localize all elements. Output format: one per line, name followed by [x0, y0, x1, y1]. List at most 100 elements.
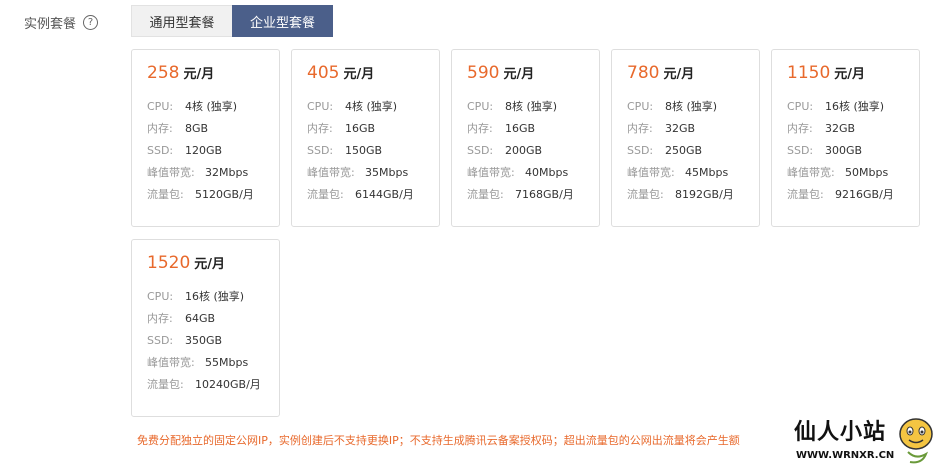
- spec-ssd: SSD: 150GB: [307, 139, 439, 161]
- plan-type-tabs: 通用型套餐 企业型套餐: [131, 5, 333, 37]
- spec-key: CPU:: [147, 289, 174, 303]
- spec-memory: 内存: 16GB: [307, 117, 439, 139]
- spec-bandwidth: 峰值带宽: 32Mbps: [147, 161, 279, 183]
- spec-value: 8GB: [185, 121, 209, 135]
- spec-ssd: SSD: 250GB: [627, 139, 759, 161]
- spec-key: SSD:: [147, 143, 174, 157]
- spec-key: SSD:: [627, 143, 654, 157]
- spec-value: 5120GB/月: [195, 188, 254, 201]
- spec-value: 32Mbps: [205, 165, 249, 179]
- spec-traffic: 流量包: 5120GB/月: [147, 183, 279, 205]
- spec-memory: 内存: 32GB: [787, 117, 919, 139]
- spec-value: 4核 (独享): [185, 100, 238, 113]
- spec-cpu: CPU: 4核 (独享): [147, 95, 279, 117]
- help-icon[interactable]: ?: [83, 15, 99, 30]
- spec-key: 内存:: [307, 122, 333, 135]
- mascot-icon: [899, 418, 933, 464]
- plan-card[interactable]: 258 元/月 CPU: 4核 (独享) 内存: 8GB SSD: 120GB 峰值带…: [131, 49, 280, 227]
- watermark-title: 仙人小站: [794, 420, 887, 445]
- spec-key: 流量包:: [627, 188, 664, 201]
- instance-plan-label-text: 实例套餐: [24, 17, 77, 32]
- price-unit: 元/月: [834, 67, 866, 82]
- spec-key: 流量包:: [147, 188, 184, 201]
- spec-value: 10240GB/月: [195, 378, 261, 391]
- spec-ssd: SSD: 300GB: [787, 139, 919, 161]
- spec-ssd: SSD: 200GB: [467, 139, 599, 161]
- spec-key: 峰值带宽:: [147, 166, 195, 179]
- spec-value: 35Mbps: [365, 165, 409, 179]
- spec-key: 内存:: [147, 122, 173, 135]
- spec-value: 50Mbps: [845, 165, 889, 179]
- plan-price: 590 元/月: [467, 63, 599, 83]
- spec-value: 16核 (独享): [825, 100, 885, 113]
- spec-value: 55Mbps: [205, 355, 249, 369]
- spec-value: 6144GB/月: [355, 188, 414, 201]
- price-amount: 780: [627, 63, 660, 83]
- watermark-url: WWW.WRNXR.CN: [796, 450, 895, 461]
- spec-value: 250GB: [665, 143, 703, 157]
- spec-value: 120GB: [185, 143, 223, 157]
- price-amount: 405: [307, 63, 340, 83]
- spec-bandwidth: 峰值带宽: 40Mbps: [467, 161, 599, 183]
- spec-key: 峰值带宽:: [307, 166, 355, 179]
- price-unit: 元/月: [194, 257, 226, 272]
- plan-card[interactable]: 405 元/月 CPU: 4核 (独享) 内存: 16GB SSD: 150GB 峰值…: [291, 49, 440, 227]
- price-amount: 1150: [787, 63, 831, 83]
- spec-value: 32GB: [825, 121, 856, 135]
- spec-value: 40Mbps: [525, 165, 569, 179]
- spec-value: 16GB: [345, 121, 376, 135]
- spec-key: 峰值带宽:: [787, 166, 835, 179]
- spec-bandwidth: 峰值带宽: 55Mbps: [147, 351, 279, 373]
- spec-memory: 内存: 64GB: [147, 307, 279, 329]
- spec-cpu: CPU: 16核 (独享): [147, 285, 279, 307]
- spec-memory: 内存: 16GB: [467, 117, 599, 139]
- spec-key: CPU:: [467, 99, 494, 113]
- spec-bandwidth: 峰值带宽: 45Mbps: [627, 161, 759, 183]
- price-unit: 元/月: [503, 67, 535, 82]
- spec-value: 150GB: [345, 143, 383, 157]
- spec-key: CPU:: [307, 99, 334, 113]
- plan-card[interactable]: 1520 元/月 CPU: 16核 (独享) 内存: 64GB SSD: 350GB …: [131, 239, 280, 417]
- tab-enterprise-plan[interactable]: 企业型套餐: [232, 5, 333, 37]
- price-unit: 元/月: [343, 67, 375, 82]
- spec-key: 峰值带宽:: [627, 166, 675, 179]
- spec-key: CPU:: [787, 99, 814, 113]
- plan-card[interactable]: 590 元/月 CPU: 8核 (独享) 内存: 16GB SSD: 200GB 峰值…: [451, 49, 600, 227]
- spec-key: 流量包:: [307, 188, 344, 201]
- spec-cpu: CPU: 8核 (独享): [467, 95, 599, 117]
- price-unit: 元/月: [183, 67, 215, 82]
- spec-key: CPU:: [627, 99, 654, 113]
- tab-general-plan[interactable]: 通用型套餐: [131, 5, 232, 37]
- spec-value: 9216GB/月: [835, 188, 894, 201]
- spec-memory: 内存: 32GB: [627, 117, 759, 139]
- plan-price: 1150 元/月: [787, 63, 919, 83]
- spec-key: SSD:: [467, 143, 494, 157]
- spec-cpu: CPU: 8核 (独享): [627, 95, 759, 117]
- spec-cpu: CPU: 16核 (独享): [787, 95, 919, 117]
- spec-key: SSD:: [307, 143, 334, 157]
- watermark: 仙人小站 WWW.WRNXR.CN: [790, 412, 940, 470]
- price-amount: 1520: [147, 253, 191, 273]
- spec-traffic: 流量包: 10240GB/月: [147, 373, 279, 395]
- spec-ssd: SSD: 350GB: [147, 329, 279, 351]
- spec-key: 内存:: [627, 122, 653, 135]
- spec-value: 8192GB/月: [675, 188, 734, 201]
- spec-key: SSD:: [147, 333, 174, 347]
- spec-traffic: 流量包: 9216GB/月: [787, 183, 919, 205]
- spec-key: SSD:: [787, 143, 814, 157]
- spec-ssd: SSD: 120GB: [147, 139, 279, 161]
- spec-traffic: 流量包: 7168GB/月: [467, 183, 599, 205]
- spec-value: 8核 (独享): [505, 100, 558, 113]
- plan-notice: 免费分配独立的固定公网IP，实例创建后不支持更换IP；不支持生成腾讯云备案授权码…: [137, 434, 740, 447]
- plan-card[interactable]: 1150 元/月 CPU: 16核 (独享) 内存: 32GB SSD: 300GB …: [771, 49, 920, 227]
- spec-value: 200GB: [505, 143, 543, 157]
- spec-value: 300GB: [825, 143, 863, 157]
- spec-key: 内存:: [467, 122, 493, 135]
- spec-value: 8核 (独享): [665, 100, 718, 113]
- plan-card[interactable]: 780 元/月 CPU: 8核 (独享) 内存: 32GB SSD: 250GB 峰值…: [611, 49, 760, 227]
- spec-key: 流量包:: [147, 378, 184, 391]
- spec-traffic: 流量包: 8192GB/月: [627, 183, 759, 205]
- spec-key: 内存:: [147, 312, 173, 325]
- spec-cpu: CPU: 4核 (独享): [307, 95, 439, 117]
- spec-value: 16核 (独享): [185, 290, 245, 303]
